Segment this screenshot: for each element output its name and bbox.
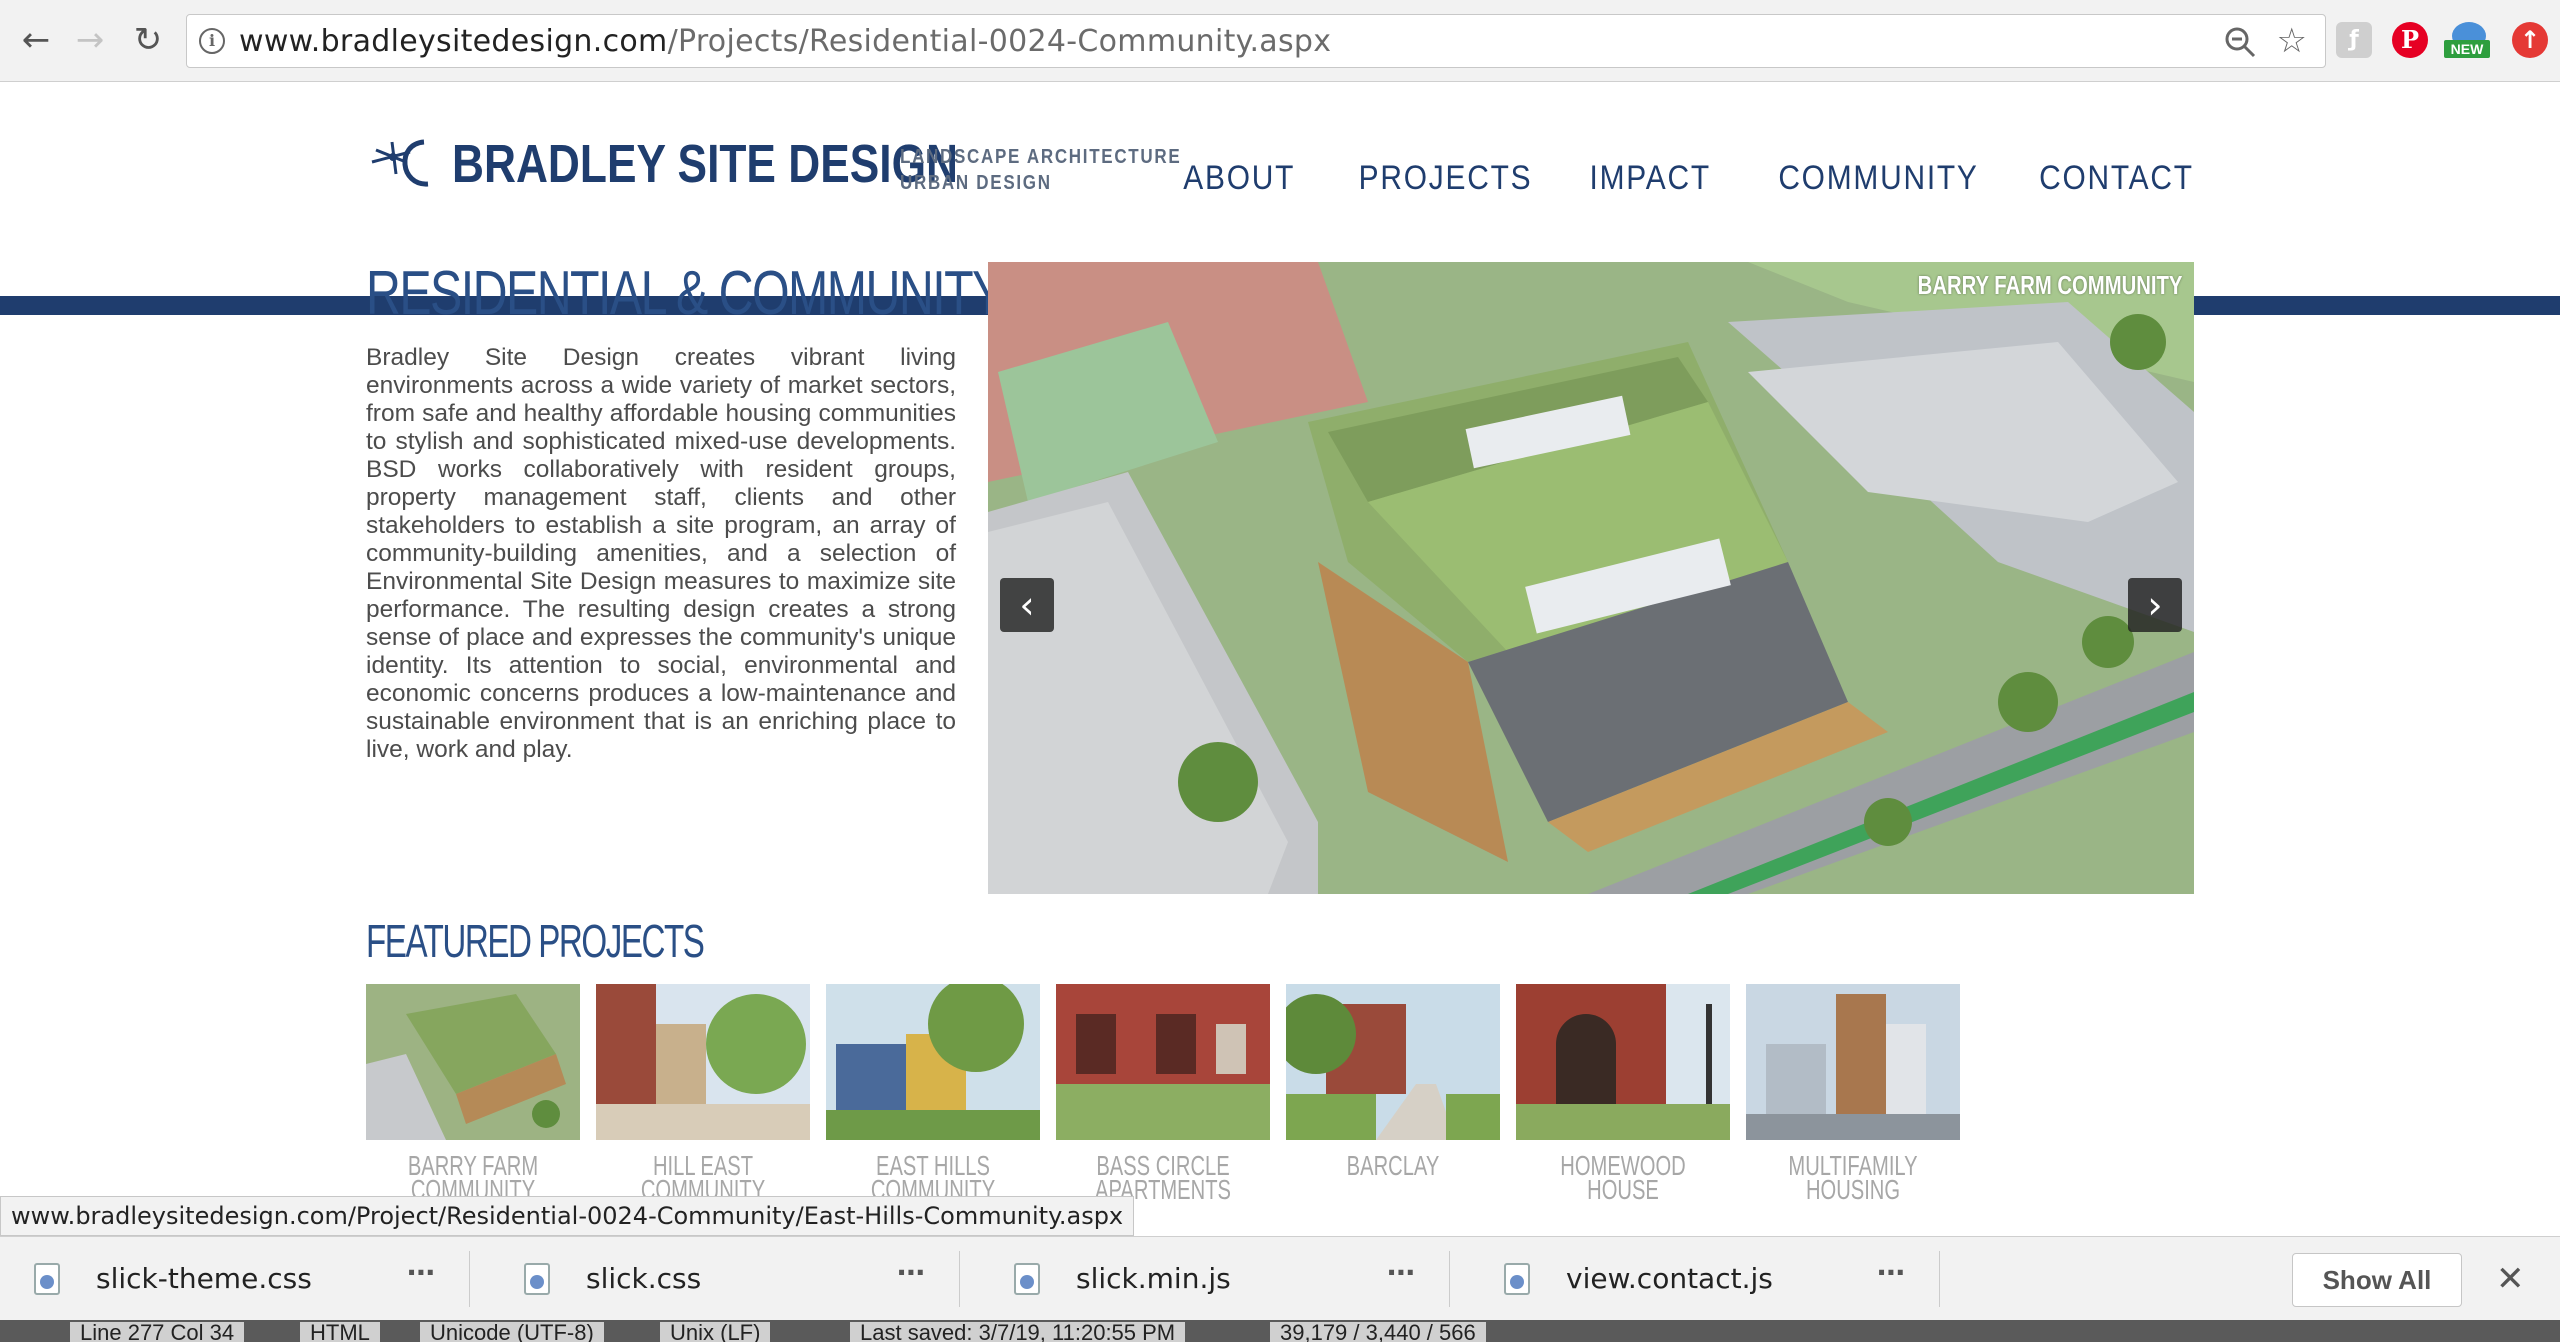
more-options-icon[interactable]: ⋯ [407,1257,435,1289]
close-icon[interactable]: ✕ [2496,1255,2525,1303]
download-item[interactable]: view.contact.js ⋯ [1470,1251,1940,1307]
new-badge: NEW [2444,40,2490,58]
project-thumbnail[interactable] [596,984,810,1140]
download-filename[interactable]: slick.css [586,1263,701,1295]
project-label[interactable]: HILL EAST COMMUNITY [626,1152,780,1204]
editor-encoding: Unicode (UTF-8) [420,1322,604,1342]
logo-mark-icon [371,139,429,187]
download-filename[interactable]: view.contact.js [1566,1263,1773,1295]
logo-tagline-line1: LANDSCAPE ARCHITECTURE [900,146,1182,168]
update-arrow-icon[interactable]: ↑ [2512,22,2548,58]
project-thumbnail[interactable] [1516,984,1730,1140]
slide-image [988,262,2194,894]
url-text[interactable]: www.bradleysitedesign.com/Projects/Resid… [239,26,1331,58]
page-title: RESIDENTIAL & COMMUNITY [366,259,1004,328]
featured-projects-heading: FEATURED PROJECTS [366,915,705,967]
project-card-barry-farm[interactable]: BARRY FARM COMMUNITY [366,984,580,1204]
nav-about[interactable]: ABOUT [1183,158,1295,198]
project-thumbnail[interactable] [826,984,1040,1140]
project-thumbnail[interactable] [1056,984,1270,1140]
project-thumbnail[interactable] [1746,984,1960,1140]
site-logo[interactable]: BRADLEY SITE DESIGN LANDSCAPE ARCHITECTU… [366,122,1180,202]
project-card-barclay[interactable]: BARCLAY [1286,984,1500,1180]
download-item[interactable]: slick-theme.css ⋯ [0,1251,470,1307]
project-card-bass-circle[interactable]: BASS CIRCLE APARTMENTS [1056,984,1270,1204]
project-label[interactable]: BARCLAY [1316,1152,1470,1180]
project-thumbnail[interactable] [1286,984,1500,1140]
file-icon [524,1263,550,1295]
slide-caption: BARRY FARM COMMUNITY [1917,270,2182,300]
extension-icon[interactable]: ƒ [2336,22,2372,58]
browser-toolbar: ← → ↻ i www.bradleysitedesign.com/Projec… [0,0,2560,82]
project-card-homewood-house[interactable]: HOMEWOOD HOUSE [1516,984,1730,1204]
image-slider[interactable]: BARRY FARM COMMUNITY ‹ › [988,262,2194,894]
editor-line-endings: Unix (LF) [660,1322,771,1342]
zoom-out-icon[interactable] [2223,25,2257,59]
url-domain: www.bradleysitedesign.com [239,24,668,59]
featured-projects-list: BARRY FARM COMMUNITY HILL EAST COMMUNITY… [366,984,1966,1204]
logo-name: BRADLEY SITE DESIGN [452,134,959,194]
info-icon[interactable]: i [199,28,225,54]
project-label[interactable]: BASS CIRCLE APARTMENTS [1086,1152,1240,1204]
download-item[interactable]: slick.css ⋯ [490,1251,960,1307]
url-path: /Projects/Residential-0024-Community.asp… [667,24,1332,59]
editor-status-bar: Line 277 Col 34 HTML Unicode (UTF-8) Uni… [0,1320,2560,1342]
project-card-hill-east[interactable]: HILL EAST COMMUNITY [596,984,810,1204]
editor-last-saved: Last saved: 3/7/19, 11:20:55 PM [850,1322,1186,1342]
file-icon [34,1263,60,1295]
slider-prev-arrow-icon[interactable]: ‹ [1000,578,1054,632]
new-extension-icon[interactable]: NEW [2444,22,2494,58]
project-thumbnail[interactable] [366,984,580,1140]
nav-contact[interactable]: CONTACT [2039,158,2194,198]
logo-tagline: LANDSCAPE ARCHITECTURE URBAN DESIGN [900,144,1181,196]
project-label[interactable]: HOMEWOOD HOUSE [1546,1152,1700,1204]
project-label[interactable]: BARRY FARM COMMUNITY [396,1152,550,1204]
file-icon [1014,1263,1040,1295]
download-item[interactable]: slick.min.js ⋯ [980,1251,1450,1307]
logo-tagline-line2: URBAN DESIGN [900,172,1052,194]
editor-counts: 39,179 / 3,440 / 566 [1270,1322,1486,1342]
reload-icon[interactable]: ↻ [126,18,170,62]
nav-projects[interactable]: PROJECTS [1359,158,1533,198]
more-options-icon[interactable]: ⋯ [897,1257,925,1289]
editor-language: HTML [300,1322,380,1342]
project-card-multifamily-housing[interactable]: MULTIFAMILY HOUSING [1746,984,1960,1204]
bookmark-star-icon[interactable]: ☆ [2277,21,2307,61]
pinterest-icon[interactable]: P [2392,22,2428,58]
downloads-shelf: slick-theme.css ⋯ slick.css ⋯ slick.min.… [0,1236,2560,1320]
project-card-east-hills[interactable]: EAST HILLS COMMUNITY [826,984,1040,1204]
address-bar[interactable]: i www.bradleysitedesign.com/Projects/Res… [186,14,2326,68]
site-header: BRADLEY SITE DESIGN LANDSCAPE ARCHITECTU… [0,82,2560,315]
status-bar-url: www.bradleysitedesign.com/Project/Reside… [0,1196,1135,1236]
slider-next-arrow-icon[interactable]: › [2128,578,2182,632]
editor-cursor-position: Line 277 Col 34 [70,1322,245,1342]
file-icon [1504,1263,1530,1295]
project-label[interactable]: EAST HILLS COMMUNITY [856,1152,1010,1204]
forward-arrow-icon[interactable]: → [68,18,112,62]
more-options-icon[interactable]: ⋯ [1877,1257,1905,1289]
show-all-button[interactable]: Show All [2292,1253,2462,1307]
more-options-icon[interactable]: ⋯ [1387,1257,1415,1289]
nav-community[interactable]: COMMUNITY [1778,158,1978,198]
intro-paragraph: Bradley Site Design creates vibrant livi… [366,344,956,763]
nav-impact[interactable]: IMPACT [1589,158,1710,198]
back-arrow-icon[interactable]: ← [14,18,58,62]
main-nav: ABOUT PROJECTS IMPACT COMMUNITY CONTACT [1168,158,2194,198]
download-filename[interactable]: slick-theme.css [96,1263,312,1295]
project-label[interactable]: MULTIFAMILY HOUSING [1776,1152,1930,1204]
download-filename[interactable]: slick.min.js [1076,1263,1231,1295]
